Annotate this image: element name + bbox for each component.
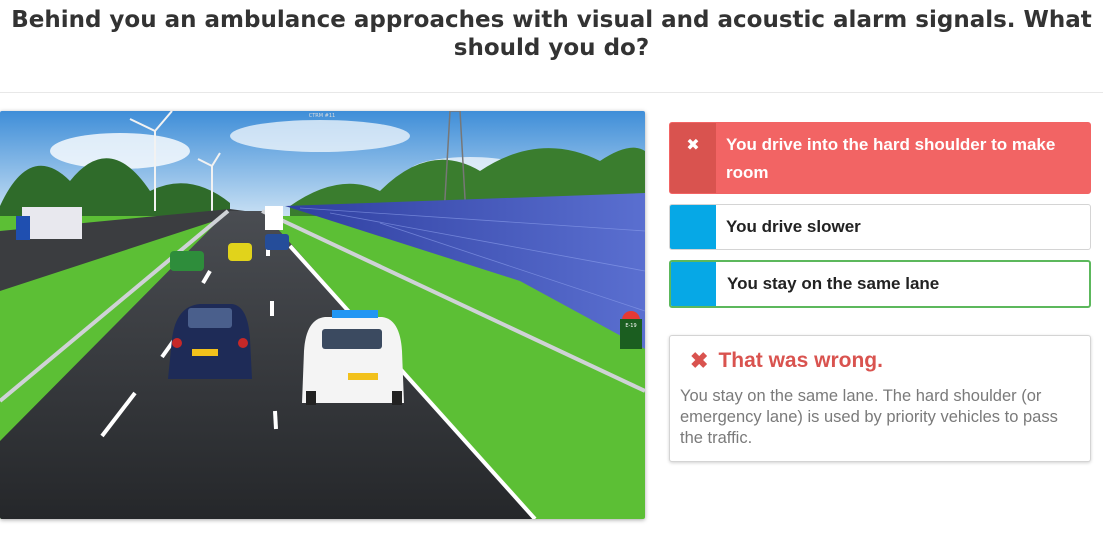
close-icon: ✖ xyxy=(690,348,709,373)
answer-option-2[interactable]: You drive slower xyxy=(669,204,1091,250)
question-text: Behind you an ambulance approaches with … xyxy=(11,7,1092,61)
feedback-box: ✖ That was wrong. You stay on the same l… xyxy=(669,335,1091,462)
road-sign-text: E-19 xyxy=(625,323,636,329)
answer-marker xyxy=(670,205,716,249)
answer-label: You drive into the hard shoulder to make… xyxy=(726,135,1056,182)
image-label: CTRM #11 xyxy=(309,113,335,119)
header-divider xyxy=(0,92,1103,93)
answer-marker xyxy=(671,262,717,306)
feedback-title-text: That was wrong. xyxy=(718,349,883,372)
feedback-explanation: You stay on the same lane. The hard shou… xyxy=(680,387,1058,447)
question-image: E-19 CTRM #11 xyxy=(0,111,645,519)
answer-option-1[interactable]: ✖ You drive into the hard shoulder to ma… xyxy=(669,122,1091,194)
answer-option-3[interactable]: You stay on the same lane xyxy=(669,260,1091,308)
close-icon: ✖ xyxy=(670,123,716,193)
answer-label: You drive slower xyxy=(726,217,861,236)
answer-label: You stay on the same lane xyxy=(727,274,940,293)
feedback-title: ✖ That was wrong. xyxy=(690,348,1080,374)
answer-list: ✖ You drive into the hard shoulder to ma… xyxy=(669,122,1091,318)
